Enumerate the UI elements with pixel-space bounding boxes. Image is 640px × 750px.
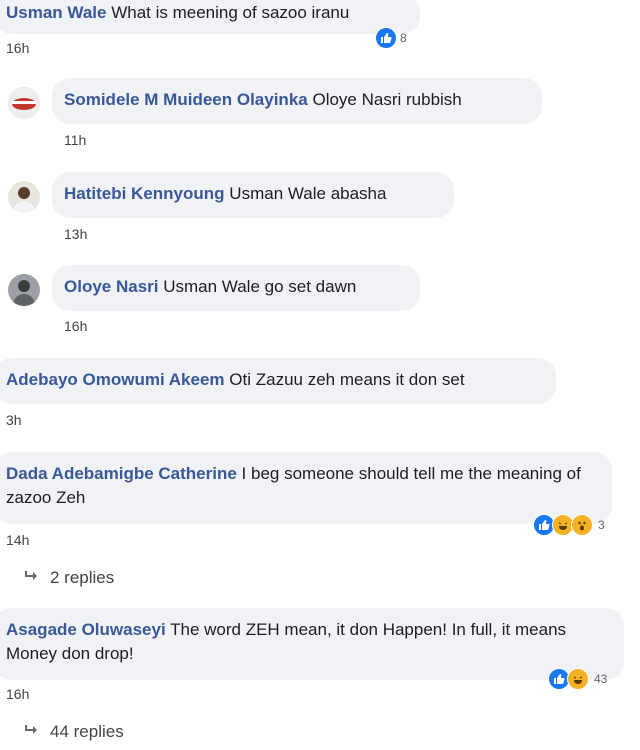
comment-timestamp[interactable]: 11h — [64, 132, 86, 148]
comment-author[interactable]: Asagade Oluwaseyi — [6, 620, 166, 639]
comment-bubble: Usman Wale What is meening of sazoo iran… — [0, 0, 420, 34]
replies-count: 44 replies — [50, 722, 124, 741]
comment-author[interactable]: Usman Wale — [6, 3, 106, 22]
reaction-count: 3 — [598, 518, 605, 532]
comment-author[interactable]: Somidele M Muideen Olayinka — [64, 90, 308, 109]
comment-timestamp[interactable]: 16h — [64, 318, 87, 334]
reaction-count: 43 — [594, 672, 608, 686]
comment-bubble: Somidele M Muideen Olayinka Oloye Nasri … — [52, 78, 542, 124]
comment-author[interactable]: Oloye Nasri — [64, 277, 159, 296]
avatar[interactable] — [8, 87, 40, 119]
comment-timestamp[interactable]: 16h — [6, 686, 29, 702]
reaction-summary[interactable]: 3 — [530, 514, 611, 536]
comment-text: Usman Wale abasha — [229, 184, 387, 203]
view-replies-link[interactable]: 44 replies — [24, 722, 124, 742]
laughing-face-icon — [567, 668, 589, 690]
comment-bubble: Hatitebi Kennyoung Usman Wale abasha — [52, 172, 454, 218]
comment-bubble: Adebayo Omowumi Akeem Oti Zazuu zeh mean… — [0, 358, 556, 404]
comment-text: Oti Zazuu zeh means it don set — [229, 370, 465, 389]
avatar[interactable] — [8, 274, 40, 306]
comment-author[interactable]: Hatitebi Kennyoung — [64, 184, 225, 203]
replies-count: 2 replies — [50, 568, 115, 587]
reply-arrow-icon — [24, 569, 38, 587]
comment-bubble: Dada Adebamigbe Catherine I beg someone … — [0, 452, 612, 524]
reaction-count: 8 — [400, 31, 407, 45]
reaction-summary[interactable]: 43 — [545, 668, 613, 690]
reaction-summary[interactable]: 8 — [372, 27, 413, 49]
comment-author[interactable]: Dada Adebamigbe Catherine — [6, 464, 237, 483]
surprised-face-icon — [571, 514, 593, 536]
comment-timestamp[interactable]: 3h — [6, 412, 22, 428]
avatar[interactable] — [8, 181, 40, 213]
comment-timestamp[interactable]: 16h — [6, 40, 29, 56]
comment-bubble: Oloye Nasri Usman Wale go set dawn — [52, 265, 420, 311]
thumbs-up-icon — [375, 27, 397, 49]
comment-timestamp[interactable]: 14h — [6, 532, 29, 548]
view-replies-link[interactable]: 2 replies — [24, 568, 114, 588]
comment-timestamp[interactable]: 13h — [64, 226, 87, 242]
comment-text: What is meening of sazoo iranu — [111, 3, 350, 22]
comment-bubble: Asagade Oluwaseyi The word ZEH mean, it … — [0, 608, 624, 680]
comment-text: Oloye Nasri rubbish — [312, 90, 462, 109]
comment-text: Usman Wale go set dawn — [163, 277, 357, 296]
reply-arrow-icon — [24, 723, 38, 741]
comment-author[interactable]: Adebayo Omowumi Akeem — [6, 370, 225, 389]
